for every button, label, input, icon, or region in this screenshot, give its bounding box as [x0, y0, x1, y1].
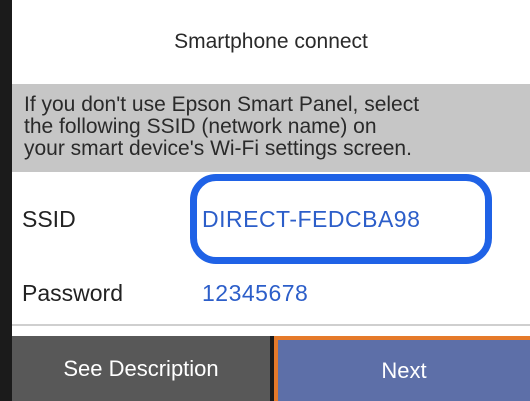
- ssid-row: SSID DIRECT-FEDCBA98: [12, 172, 530, 264]
- row-divider: [12, 324, 530, 326]
- password-value: 12345678: [202, 280, 309, 306]
- see-description-button[interactable]: See Description: [12, 336, 270, 401]
- password-label: Password: [22, 280, 123, 306]
- screen-bezel: [0, 0, 12, 401]
- password-row: Password 12345678: [12, 264, 530, 324]
- next-button[interactable]: Next: [274, 336, 530, 401]
- smartphone-connect-screen: Smartphone connect If you don't use Epso…: [0, 0, 530, 401]
- page-title: Smartphone connect: [12, 0, 530, 84]
- ssid-label: SSID: [22, 206, 76, 232]
- ssid-value: DIRECT-FEDCBA98: [202, 206, 421, 232]
- instruction-text: If you don't use Epson Smart Panel, sele…: [12, 84, 530, 172]
- button-bar: See Description Next: [12, 336, 530, 401]
